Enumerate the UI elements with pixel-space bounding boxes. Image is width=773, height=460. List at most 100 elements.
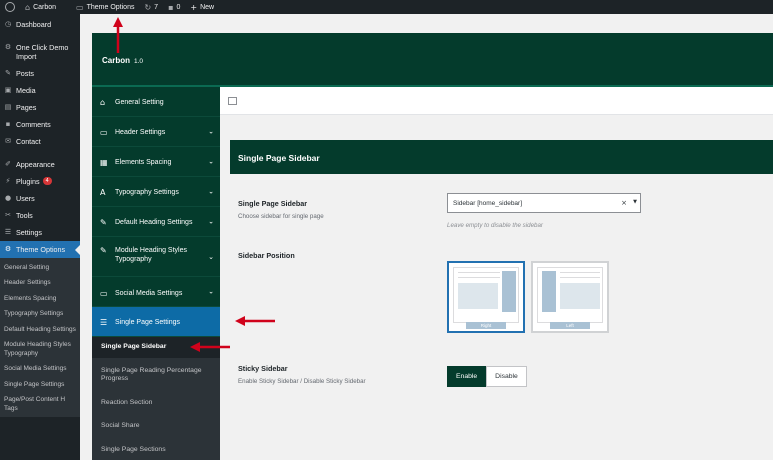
comment-icon: ▪ [5, 120, 11, 128]
media-icon: ▣ [4, 86, 12, 94]
layout-right-label: Right [466, 322, 506, 329]
updates-icon: ↻ [144, 2, 152, 12]
updates-link[interactable]: ↻ 7 [139, 0, 163, 14]
options-panel-header: Carbon 1.0 [92, 33, 773, 87]
sidebar-select[interactable]: Sidebar [home_sidebar] × ▼ [447, 193, 641, 213]
chevron-down-icon: ⌄ [208, 287, 214, 295]
chevron-down-icon: ⌄ [208, 253, 214, 261]
theme-options-link[interactable]: ▭ Theme Options [71, 0, 139, 14]
wrench-icon: ✎ [100, 218, 107, 227]
nav-typography-settings[interactable]: A Typography Settings ⌄ [92, 177, 220, 207]
content-toolbar [220, 87, 773, 115]
menu-media[interactable]: ▣ Media [0, 82, 80, 99]
wrench-icon: ✂ [5, 211, 11, 219]
layout-right-preview [453, 267, 519, 323]
wp-admin-menu: ◷ Dashboard ⚙ One Click Demo Import ✎ Posts… [0, 14, 80, 460]
submenu-social-media-settings[interactable]: Social Media Settings [0, 362, 80, 378]
sticky-disable-button[interactable]: Disable [486, 366, 527, 387]
position-field-label: Sidebar Position [238, 251, 295, 260]
menu-pages[interactable]: ▤ Pages [0, 99, 80, 116]
menu-settings[interactable]: ☰ Settings [0, 224, 80, 241]
plugin-icon: ⚡ [5, 177, 11, 185]
submenu-elements-spacing[interactable]: Elements Spacing [0, 291, 80, 307]
submenu-header-settings[interactable]: Header Settings [0, 276, 80, 292]
single-page-subnav: Single Page Sidebar Single Page Reading … [92, 337, 220, 460]
admin-bar: ⌂ Carbon ▭ Theme Options ↻ 7 ▪ 0 + New [0, 0, 773, 14]
submenu-default-heading-settings[interactable]: Default Heading Settings [0, 322, 80, 338]
wordpress-logo-icon [5, 2, 15, 12]
expand-icon[interactable] [228, 97, 237, 105]
sticky-toggle-group: Enable Disable [447, 366, 527, 387]
subnav-social-share[interactable]: Social Share [92, 413, 220, 437]
nav-default-heading-settings[interactable]: ✎ Default Heading Settings ⌄ [92, 207, 220, 237]
sticky-enable-button[interactable]: Enable [447, 366, 487, 387]
subnav-single-page-sections[interactable]: Single Page Sections [92, 437, 220, 460]
menu-comments[interactable]: ▪ Comments [0, 116, 80, 133]
annotation-arrow-up [113, 17, 123, 53]
home-icon: ⌂ [100, 98, 106, 107]
panel-brand: Carbon 1.0 [102, 56, 144, 65]
comments-link[interactable]: ▪ 0 [163, 0, 185, 14]
site-name-link[interactable]: ⌂ Carbon [20, 0, 61, 14]
layout-right-sidebar-option[interactable]: Right [447, 261, 525, 333]
annotation-arrow-left-sidebar [190, 342, 230, 352]
menu-contact[interactable]: ✉ Contact [0, 133, 80, 150]
brush-icon: ✐ [5, 160, 11, 168]
new-content-link[interactable]: + New [185, 0, 219, 14]
sticky-field-desc: Enable Sticky Sidebar / Disable Sticky S… [238, 378, 366, 385]
plus-icon: + [190, 2, 198, 12]
grid-icon: ▦ [100, 158, 108, 167]
submenu-module-heading-styles[interactable]: Module Heading Styles Typography [0, 338, 80, 362]
panel-version: 1.0 [134, 58, 144, 65]
nav-general-setting[interactable]: ⌂ General Setting [92, 87, 220, 117]
wp-logo-menu[interactable] [0, 0, 20, 14]
dashboard-icon: ◷ [4, 20, 12, 28]
sidebar-field-desc: Choose sidebar for single page [238, 213, 324, 220]
submenu-typography-settings[interactable]: Typography Settings [0, 307, 80, 323]
list-icon: ☰ [100, 318, 108, 327]
menu-tools[interactable]: ✂ Tools [0, 207, 80, 224]
section-title: Single Page Sidebar [230, 140, 773, 174]
nav-header-settings[interactable]: ▭ Header Settings ⌄ [92, 117, 220, 147]
menu-dashboard[interactable]: ◷ Dashboard [0, 14, 80, 33]
pages-icon: ▤ [4, 103, 12, 111]
subnav-reaction-section[interactable]: Reaction Section [92, 390, 220, 414]
chevron-down-icon: ▼ [633, 199, 637, 205]
home-icon: ⌂ [25, 2, 31, 12]
subnav-reading-percentage[interactable]: Single Page Reading Percentage Progress [92, 358, 220, 390]
options-nav: ⌂ General Setting ▭ Header Settings ⌄ ▦ Elem… [92, 87, 220, 460]
menu-posts[interactable]: ✎ Posts [0, 65, 80, 82]
comment-icon: ▪ [168, 2, 174, 12]
pin-icon: ✎ [5, 69, 11, 77]
layout-left-sidebar-option[interactable]: Left [531, 261, 609, 333]
chevron-down-icon: ⌄ [208, 187, 214, 195]
users-icon: ● [4, 194, 12, 202]
layout-left-label: Left [550, 322, 590, 329]
typography-icon: A [100, 188, 106, 197]
mail-icon: ✉ [5, 137, 11, 145]
layout-left-preview [537, 267, 603, 323]
menu-appearance[interactable]: ✐ Appearance [0, 156, 80, 173]
submenu-single-page-settings[interactable]: Single Page Settings [0, 377, 80, 393]
menu-theme-options[interactable]: ⚙ Theme Options [0, 241, 80, 258]
menu-plugins[interactable]: ⚡ Plugins 4 [0, 173, 80, 190]
monitor-icon: ▭ [100, 128, 108, 137]
chevron-down-icon: ⌄ [208, 127, 214, 135]
plugins-update-badge: 4 [42, 177, 52, 185]
options-content: Single Page Sidebar Single Page Sidebar … [220, 87, 773, 460]
submenu-page-post-content-h-tags[interactable]: Page/Post Content H Tags [0, 393, 80, 417]
nav-module-heading-styles[interactable]: ✎ Module Heading Styles Typography ⌄ [92, 237, 220, 277]
nav-single-page-settings[interactable]: ☰ Single Page Settings [92, 307, 220, 337]
sidebar-field-label: Single Page Sidebar [238, 199, 308, 208]
chevron-down-icon: ⌄ [208, 157, 214, 165]
sidebar-hint: Leave empty to disable the sidebar [447, 222, 543, 229]
menu-users[interactable]: ● Users [0, 190, 80, 207]
nav-elements-spacing[interactable]: ▦ Elements Spacing ⌄ [92, 147, 220, 177]
annotation-arrow-left-settings [235, 316, 275, 326]
nav-social-media-settings[interactable]: ▭ Social Media Settings ⌄ [92, 277, 220, 307]
menu-one-click-demo-import[interactable]: ⚙ One Click Demo Import [0, 39, 80, 65]
submenu-general-setting[interactable]: General Setting [0, 260, 80, 276]
gear-icon: ⚙ [4, 245, 12, 253]
clear-icon[interactable]: × [621, 199, 627, 207]
theme-options-submenu: General Setting Header Settings Elements… [0, 258, 80, 417]
